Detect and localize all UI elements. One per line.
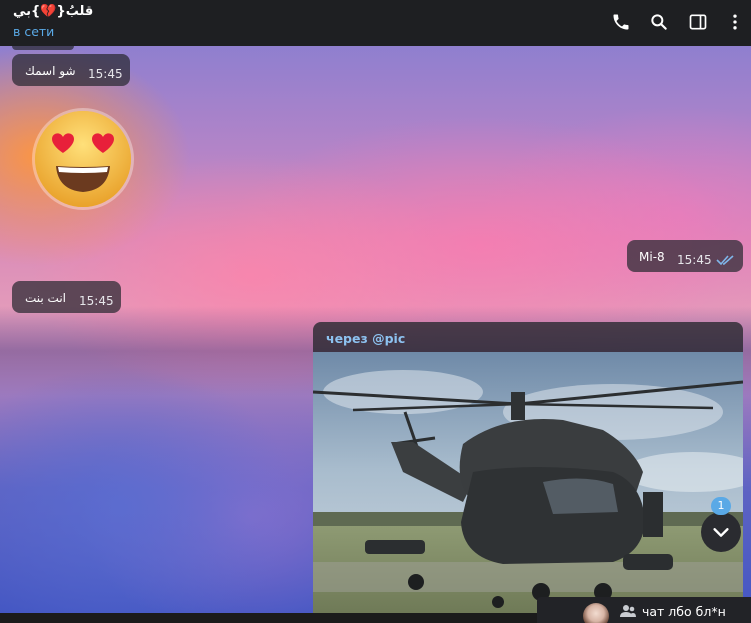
photo-message[interactable]: через @pic xyxy=(313,322,743,613)
previous-message-edge xyxy=(12,46,74,50)
helicopter-photo[interactable] xyxy=(313,352,743,613)
unread-count-badge: 1 xyxy=(711,497,731,515)
message-text: شو اسمك xyxy=(25,64,76,78)
group-icon xyxy=(620,605,636,617)
sidebar-toggle-button[interactable] xyxy=(686,10,710,34)
via-bot-label[interactable]: через @pic xyxy=(326,331,405,346)
message-bubble-incoming[interactable]: انت بنت 15:45 xyxy=(12,281,121,313)
call-button[interactable] xyxy=(609,10,633,34)
online-status: в сети xyxy=(13,24,55,39)
scroll-to-bottom-button[interactable] xyxy=(701,512,741,552)
more-menu-button[interactable] xyxy=(723,10,747,34)
search-icon xyxy=(651,14,667,30)
search-button[interactable] xyxy=(647,10,671,34)
avatar[interactable] xyxy=(583,603,609,623)
message-text: Mi-8 xyxy=(639,250,665,264)
chat-history[interactable]: شو اسمك 15:45 Mi-8 15:45 انت بنت 15:45 ч… xyxy=(0,46,751,613)
message-time: 15:45 xyxy=(88,67,123,81)
chat-title[interactable]: قلبُ{💔}بي xyxy=(13,4,93,19)
double-check-icon xyxy=(716,255,734,266)
heart-eyes-emoji[interactable] xyxy=(30,106,136,212)
message-bubble-outgoing[interactable]: Mi-8 15:45 xyxy=(627,240,743,272)
more-vertical-icon xyxy=(733,14,737,30)
chat-header: قلبُ{💔}بي в сети xyxy=(0,0,751,46)
message-time: 15:45 xyxy=(677,253,712,267)
chevron-down-icon xyxy=(713,528,729,537)
phone-icon xyxy=(613,14,629,30)
group-chat-name: чат лбо бл*н xyxy=(642,604,726,619)
sidebar-toggle-icon xyxy=(689,14,707,30)
message-bubble-incoming[interactable]: شو اسمك 15:45 xyxy=(12,54,130,86)
message-text: انت بنت xyxy=(25,291,67,305)
message-time: 15:45 xyxy=(79,294,114,308)
